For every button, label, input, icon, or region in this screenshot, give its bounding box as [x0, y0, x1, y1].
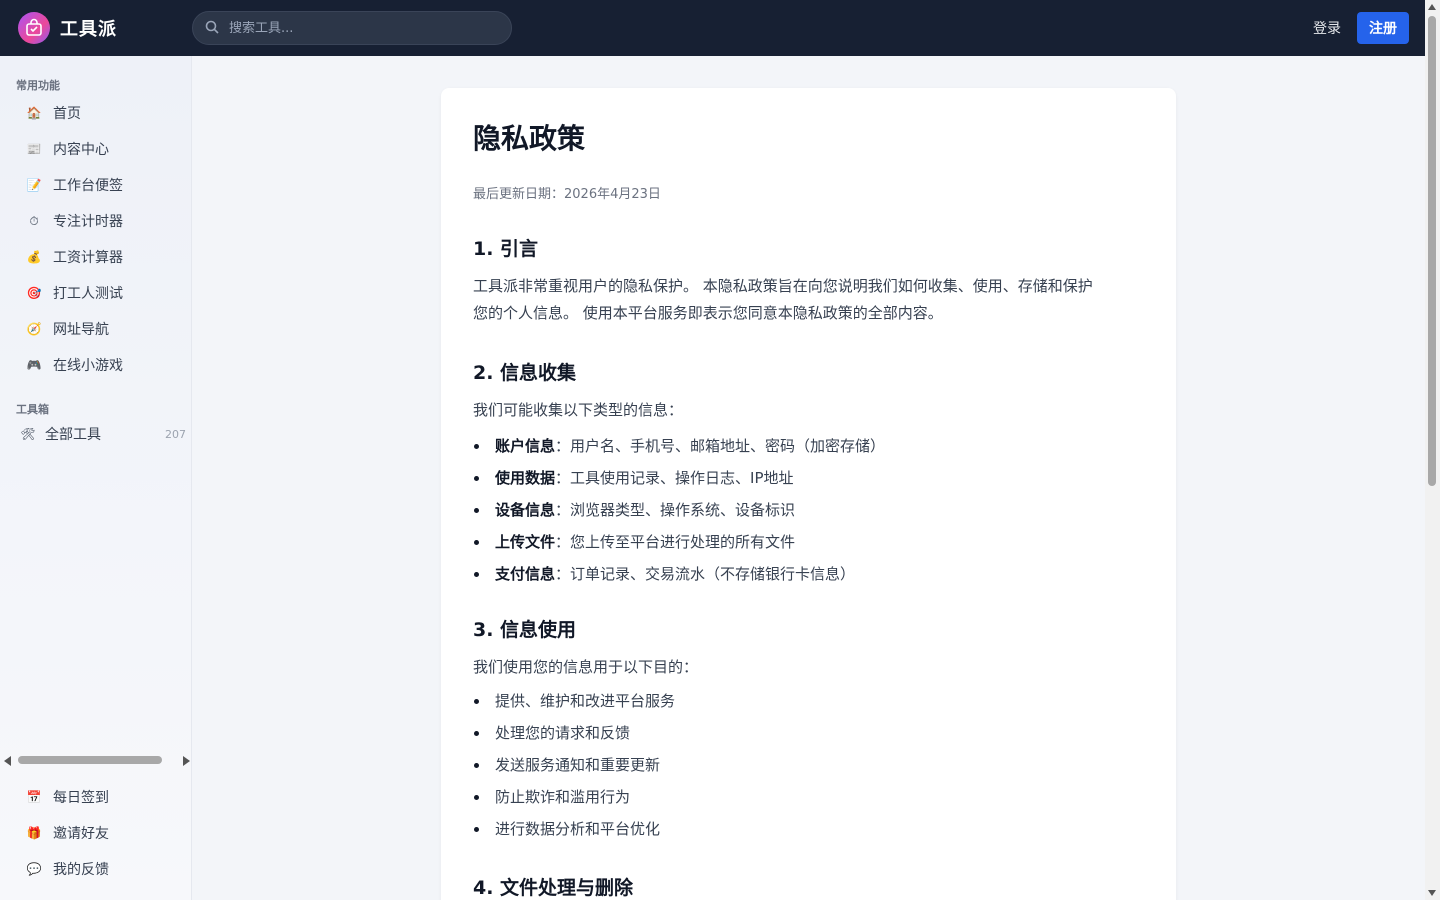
scroll-up-arrow-icon[interactable]: [1428, 4, 1436, 10]
sidebar-item-games[interactable]: 🎮 在线小游戏: [0, 347, 191, 383]
sidebar-item-invite-friends[interactable]: 🎁 邀请好友: [0, 815, 192, 851]
top-bar: 工具派 登录 注册: [0, 0, 1425, 56]
scrollbar-thumb[interactable]: [18, 756, 162, 764]
sidebar-item-label: 我的反馈: [53, 862, 109, 878]
list-item: 发送服务通知和重要更新: [473, 749, 1144, 781]
sidebar-item-label: 打工人测试: [53, 286, 123, 302]
sidebar-item-label: 内容中心: [53, 142, 109, 158]
memo-icon: 📝: [26, 178, 42, 192]
page-vertical-scrollbar[interactable]: [1425, 0, 1440, 900]
search-input[interactable]: [229, 20, 489, 36]
usage-intro: 我们使用您的信息用于以下目的：: [473, 658, 699, 676]
sidebar-item-focus-timer[interactable]: ⏱ 专注计时器: [0, 203, 191, 239]
sidebar-item-label: 首页: [53, 106, 81, 122]
gamepad-icon: 🎮: [26, 358, 42, 372]
sidebar-item-url-nav[interactable]: 🧭 网址导航: [0, 311, 191, 347]
target-icon: 🎯: [26, 286, 42, 300]
list-item-desc: ：订单记录、交易流水（不存储银行卡信息）: [555, 565, 856, 583]
sidebar-common-list: 🏠 首页 📰 内容中心 📝 工作台便签 ⏱ 专注计时器 💰 工资计算器 🎯 打工…: [0, 95, 191, 383]
sidebar-item-label: 工资计算器: [53, 250, 123, 266]
list-item-term: 账户信息: [495, 437, 556, 455]
sidebar-item-label: 全部工具: [45, 427, 101, 443]
intro-paragraph: 工具派非常重视用户的隐私保护。 本隐私政策旨在向您说明我们如何收集、使用、存储和…: [473, 273, 1144, 327]
sidebar-item-home[interactable]: 🏠 首页: [0, 95, 191, 131]
speech-bubble-icon: 💬: [26, 862, 42, 876]
list-item-desc: ：您上传至平台进行处理的所有文件: [555, 533, 796, 551]
list-item-term: 上传文件: [495, 533, 556, 551]
section-title-usage: 3. 信息使用: [473, 619, 577, 641]
list-item-term: 设备信息: [495, 501, 556, 519]
calendar-icon: 📅: [26, 790, 42, 804]
list-item-desc: ：工具使用记录、操作日志、IP地址: [555, 469, 794, 487]
collection-list: 账户信息：用户名、手机号、邮箱地址、密码（加密存储） 使用数据：工具使用记录、操…: [473, 430, 1144, 590]
sidebar-bottom-list: 📅 每日签到 🎁 邀请好友 💬 我的反馈: [0, 779, 192, 887]
list-item-desc: ：用户名、手机号、邮箱地址、密码（加密存储）: [555, 437, 886, 455]
section-title-file-handling: 4. 文件处理与删除: [473, 877, 634, 899]
compass-icon: 🧭: [26, 322, 42, 336]
list-item: 账户信息：用户名、手机号、邮箱地址、密码（加密存储）: [473, 430, 1144, 462]
paragraph-line: 您的个人信息。 使用本平台服务即表示您同意本隐私政策的全部内容。: [473, 304, 943, 322]
login-link[interactable]: 登录: [1313, 18, 1341, 38]
gift-icon: 🎁: [26, 826, 42, 840]
tool-count-badge: 207: [165, 427, 186, 441]
list-item-term: 使用数据: [495, 469, 556, 487]
house-icon: 🏠: [26, 106, 42, 120]
usage-list: 提供、维护和改进平台服务 处理您的请求和反馈 发送服务通知和重要更新 防止欺诈和…: [473, 685, 1144, 845]
list-item-term: 支付信息: [495, 565, 556, 583]
sidebar-item-notes[interactable]: 📝 工作台便签: [0, 167, 191, 203]
sidebar-item-my-feedback[interactable]: 💬 我的反馈: [0, 851, 192, 887]
sidebar-section-toolbox: 工具箱: [16, 403, 49, 416]
list-item: 上传文件：您上传至平台进行处理的所有文件: [473, 526, 1144, 558]
newspaper-icon: 📰: [26, 142, 42, 156]
sidebar-item-label: 邀请好友: [53, 826, 109, 842]
sidebar-item-label: 每日签到: [53, 790, 109, 806]
register-button[interactable]: 注册: [1357, 12, 1409, 44]
list-item: 防止欺诈和滥用行为: [473, 781, 1144, 813]
collection-intro: 我们可能收集以下类型的信息：: [473, 401, 684, 419]
money-bag-icon: 💰: [26, 250, 42, 264]
logo-icon: [18, 12, 50, 44]
sidebar-item-label: 工作台便签: [53, 178, 123, 194]
list-item-desc: ：浏览器类型、操作系统、设备标识: [555, 501, 796, 519]
sidebar-item-all-tools[interactable]: 🛠 全部工具 207: [0, 417, 191, 451]
sidebar-item-daily-checkin[interactable]: 📅 每日签到: [0, 779, 192, 815]
search-icon: [205, 19, 219, 38]
section-title-intro: 1. 引言: [473, 238, 539, 260]
sidebar-item-label: 专注计时器: [53, 214, 123, 230]
sidebar-item-label: 网址导航: [53, 322, 109, 338]
sidebar-item-label: 在线小游戏: [53, 358, 123, 374]
section-title-collection: 2. 信息收集: [473, 362, 577, 384]
privacy-policy-card: 隐私政策 最后更新日期：2026年4月23日 1. 引言 工具派非常重视用户的隐…: [441, 88, 1176, 900]
hammer-wrench-icon: 🛠: [20, 427, 36, 441]
list-item: 提供、维护和改进平台服务: [473, 685, 1144, 717]
scroll-left-arrow-icon[interactable]: [4, 756, 11, 766]
search-box[interactable]: [192, 11, 512, 45]
stopwatch-icon: ⏱: [29, 213, 39, 228]
page-title: 隐私政策: [473, 122, 586, 155]
scroll-down-arrow-icon[interactable]: [1428, 890, 1436, 896]
sidebar-item-salary-calc[interactable]: 💰 工资计算器: [0, 239, 191, 275]
sidebar-horizontal-scrollbar[interactable]: [4, 753, 190, 767]
list-item: 处理您的请求和反馈: [473, 717, 1144, 749]
paragraph-line: 工具派非常重视用户的隐私保护。 本隐私政策旨在向您说明我们如何收集、使用、存储和…: [473, 277, 1093, 295]
list-item: 使用数据：工具使用记录、操作日志、IP地址: [473, 462, 1144, 494]
scrollbar-thumb[interactable]: [1428, 16, 1436, 486]
brand[interactable]: 工具派: [18, 12, 192, 44]
sidebar-item-worker-test[interactable]: 🎯 打工人测试: [0, 275, 191, 311]
scroll-right-arrow-icon[interactable]: [183, 756, 190, 766]
sidebar-item-content-center[interactable]: 📰 内容中心: [0, 131, 191, 167]
last-updated-date: 最后更新日期：2026年4月23日: [473, 187, 661, 202]
list-item: 进行数据分析和平台优化: [473, 813, 1144, 845]
list-item: 支付信息：订单记录、交易流水（不存储银行卡信息）: [473, 558, 1144, 590]
sidebar: 常用功能 🏠 首页 📰 内容中心 📝 工作台便签 ⏱ 专注计时器 💰 工资计算器…: [0, 56, 192, 900]
list-item: 设备信息：浏览器类型、操作系统、设备标识: [473, 494, 1144, 526]
brand-name: 工具派: [60, 19, 117, 40]
sidebar-section-common: 常用功能: [16, 79, 60, 92]
